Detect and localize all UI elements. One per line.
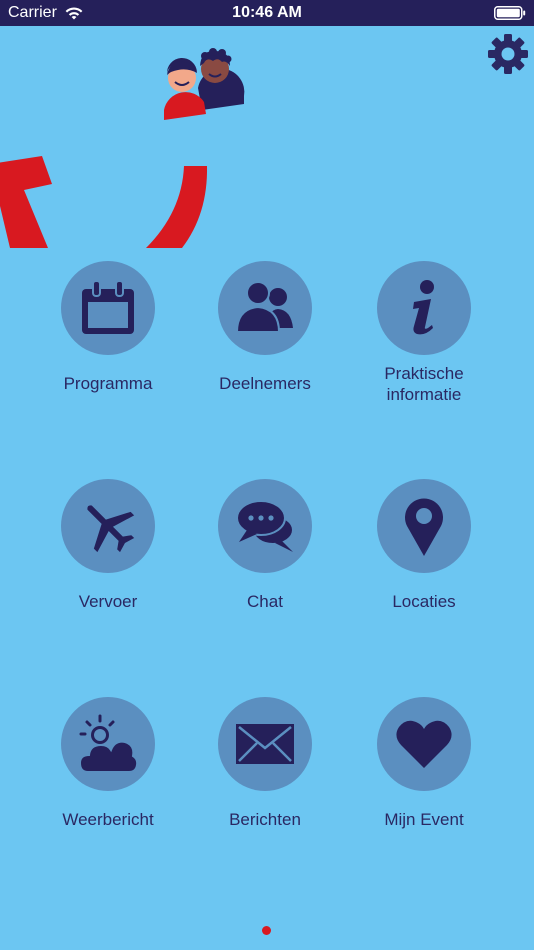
tile-label: Chat xyxy=(247,592,283,611)
info-icon xyxy=(413,280,434,335)
page-indicator-dot xyxy=(262,926,271,935)
vervoer-icon-circle[interactable] xyxy=(61,479,155,573)
berichten-icon-circle[interactable] xyxy=(218,697,312,791)
envelope-icon xyxy=(236,724,294,764)
menu-tile-chat[interactable]: Chat xyxy=(185,479,345,639)
tile-label: Vervoer xyxy=(78,592,138,611)
tile-label: Berichten xyxy=(229,810,301,829)
locaties-icon-circle[interactable] xyxy=(377,479,471,573)
map-pin-icon xyxy=(405,498,443,556)
menu-tile-mijn-event[interactable]: Mijn Event xyxy=(344,697,504,857)
programma-icon-circle[interactable] xyxy=(61,261,155,355)
tile-label: Mijn Event xyxy=(384,810,464,829)
menu-tile-deelnemers[interactable]: Deelnemers xyxy=(185,261,345,421)
tile-label-line2: informatie xyxy=(386,385,462,404)
menu-tile-weerbericht[interactable]: Weerbericht xyxy=(28,697,188,857)
deelnemers-icon-circle[interactable] xyxy=(218,261,312,355)
mijn-event-icon-circle[interactable] xyxy=(377,697,471,791)
menu-tile-berichten[interactable]: Berichten xyxy=(185,697,345,857)
airplane-icon xyxy=(87,505,135,553)
menu-tile-vervoer[interactable]: Vervoer xyxy=(28,479,188,639)
tile-label: Locaties xyxy=(392,592,456,611)
praktische-informatie-icon-circle[interactable] xyxy=(377,261,471,355)
tile-label: Weerbericht xyxy=(62,810,154,829)
calendar-icon xyxy=(82,280,134,334)
tile-label: Deelnemers xyxy=(219,374,311,393)
logo-arc-graphic xyxy=(0,156,208,248)
weerbericht-icon-circle[interactable] xyxy=(61,697,155,791)
battery-icon xyxy=(494,6,526,20)
tile-label: Programma xyxy=(63,374,153,393)
clock: 10:46 AM xyxy=(232,4,302,21)
menu-tile-programma[interactable]: Programma xyxy=(28,261,188,421)
heart-icon xyxy=(396,720,452,768)
menu-tile-praktische-informatie[interactable]: Praktische informatie xyxy=(344,261,504,421)
tile-label: Praktische informatie xyxy=(344,363,504,405)
logo-kids-illustration xyxy=(164,48,245,120)
gear-icon[interactable] xyxy=(486,32,530,76)
weather-icon xyxy=(78,714,138,773)
status-bar: Carrier 10:46 AM xyxy=(0,0,534,26)
chat-icon-circle[interactable] xyxy=(218,479,312,573)
chat-icon xyxy=(236,500,294,552)
tile-label-line1: Praktische xyxy=(384,364,464,383)
people-icon xyxy=(235,281,293,333)
menu-tile-locaties[interactable]: Locaties xyxy=(344,479,504,639)
